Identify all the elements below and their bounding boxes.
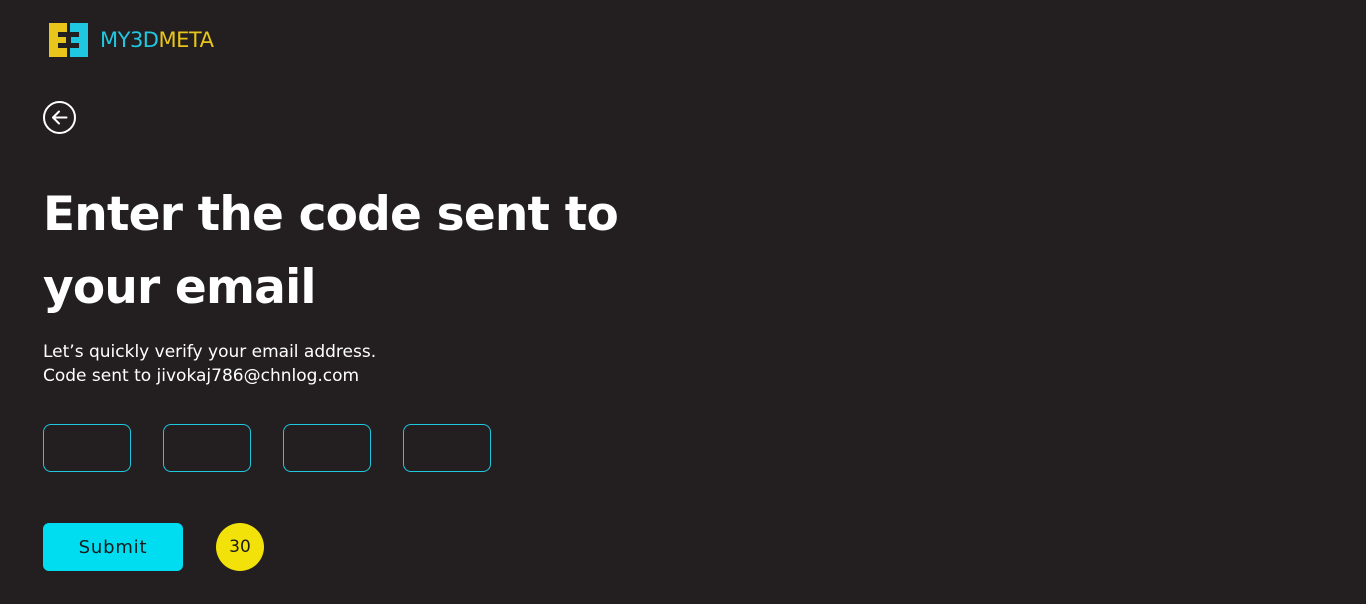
page-title-line2: your email <box>43 260 317 315</box>
page-title-line1: Enter the code sent to <box>43 187 619 242</box>
otp-digit-1[interactable] <box>43 424 131 472</box>
verify-email-page: MY3DMETA Enter the code sent to your ema… <box>0 0 1366 604</box>
otp-digit-4[interactable] <box>403 424 491 472</box>
my3dmeta-logo-icon <box>49 23 88 57</box>
brand-logo[interactable]: MY3DMETA <box>47 21 214 59</box>
otp-input-group <box>43 424 491 472</box>
resend-countdown-badge: 30 <box>216 523 264 571</box>
verify-instructions: Let’s quickly verify your email address.… <box>43 340 376 388</box>
instruction-text: Let’s quickly verify your email address. <box>43 342 377 362</box>
back-button[interactable] <box>43 101 76 134</box>
page-title: Enter the code sent to your email <box>43 178 683 324</box>
submit-button[interactable]: Submit <box>43 523 183 571</box>
brand-name: MY3DMETA <box>100 27 214 52</box>
code-sent-text: Code sent to jivokaj786@chnlog.com <box>43 366 360 386</box>
otp-digit-3[interactable] <box>283 424 371 472</box>
arrow-left-circle-icon <box>52 110 68 125</box>
otp-digit-2[interactable] <box>163 424 251 472</box>
